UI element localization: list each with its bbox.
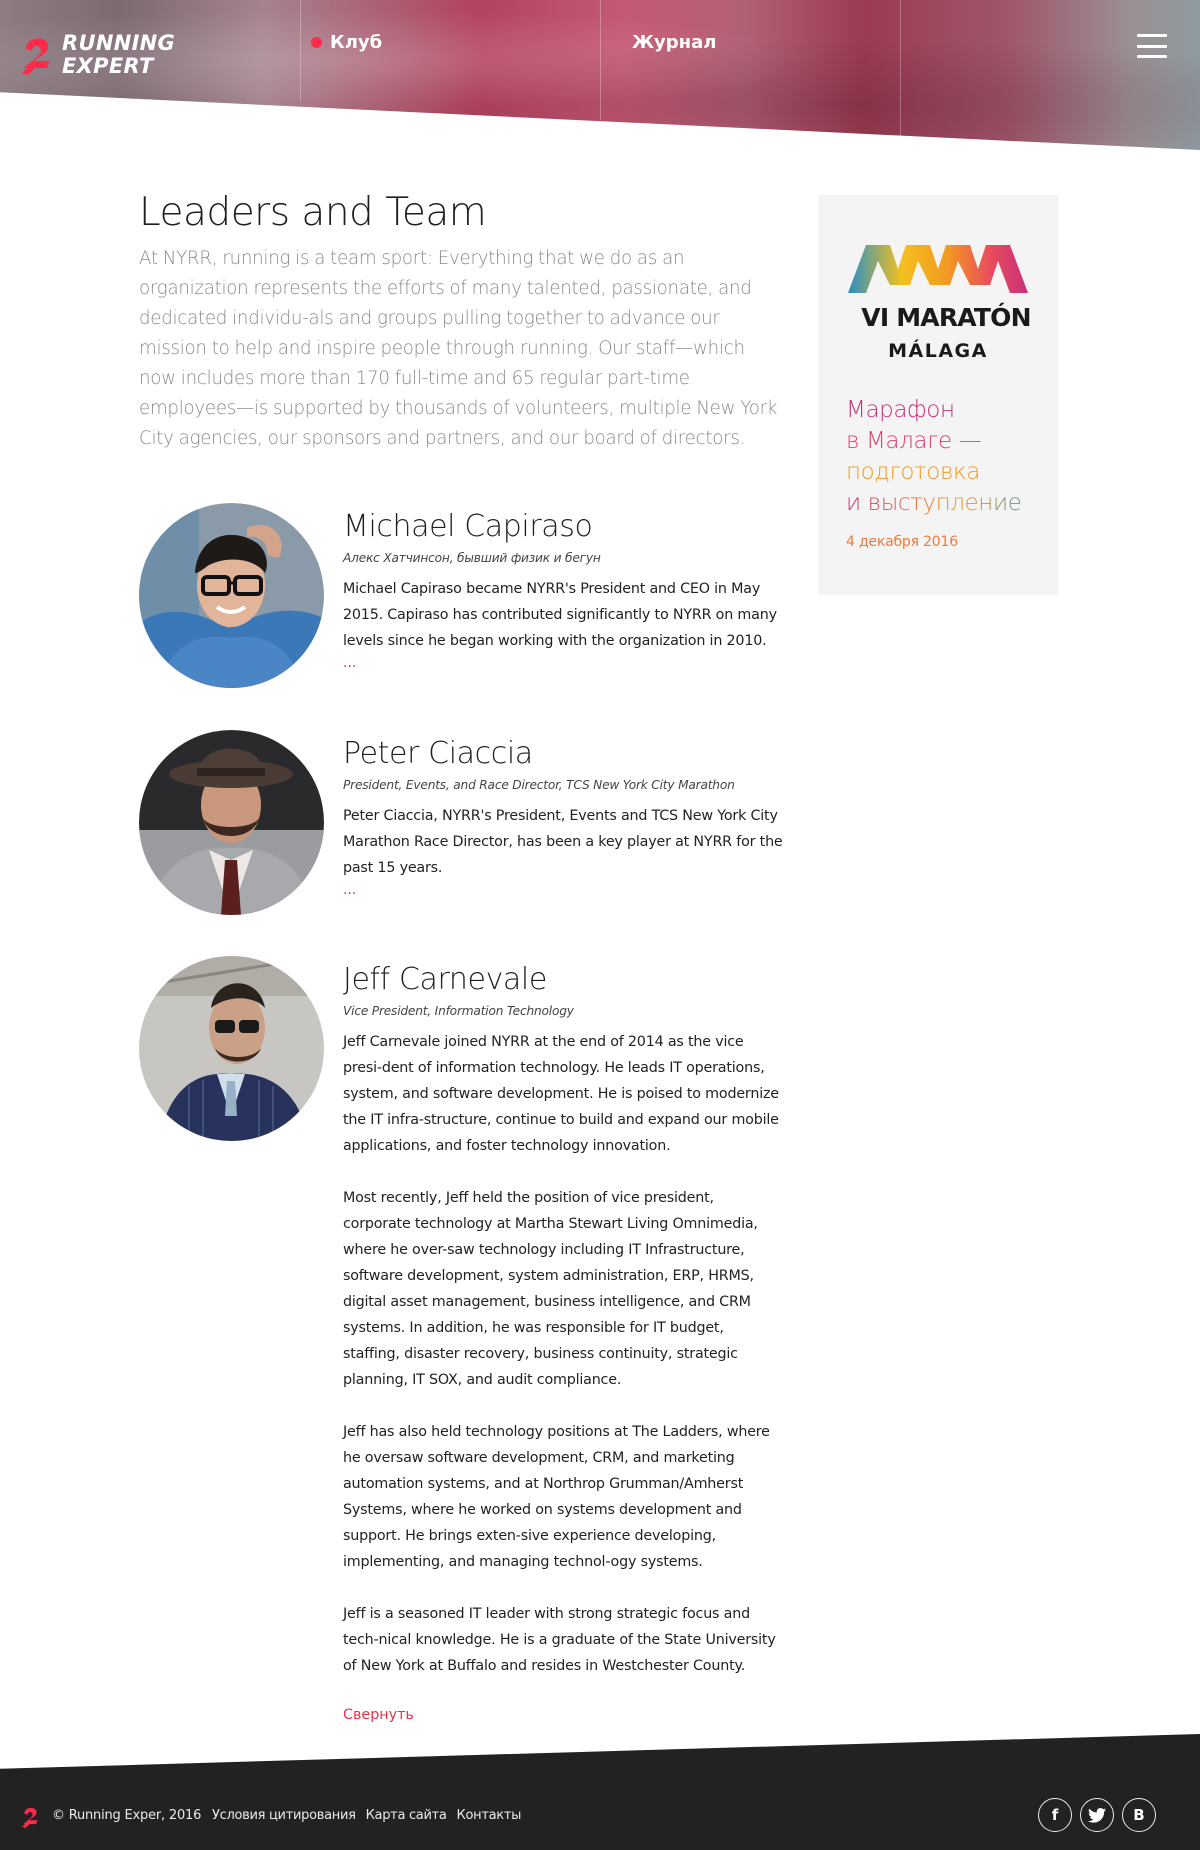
vk-icon[interactable]: В — [1122, 1798, 1156, 1832]
page-title: Leaders and Team — [139, 190, 487, 235]
burger-line — [1137, 44, 1167, 48]
avatar — [139, 730, 324, 915]
portrait-photo — [139, 956, 324, 1141]
ad-event-title: VI MARATÓN — [861, 303, 1031, 332]
marathon-logo-icon — [848, 245, 1028, 293]
header-divider — [600, 0, 601, 120]
team-member-body: Jeff Carnevale Vice President, Informati… — [343, 960, 783, 1725]
nav-club-label: Клуб — [330, 32, 383, 53]
burger-line — [1137, 34, 1167, 37]
logo-line-2: EXPERT — [62, 54, 154, 78]
main-content: Leaders and Team At NYRR, running is a t… — [139, 188, 779, 454]
bio-paragraph: Jeff has also held technology positions … — [343, 1424, 770, 1570]
ad-headline-line: в Малаге — — [846, 428, 982, 454]
nav-journal-label: Журнал — [632, 32, 717, 53]
header-divider — [300, 0, 301, 102]
site-footer — [0, 1734, 1200, 1850]
nav-club[interactable]: Клуб — [311, 32, 382, 53]
bio-paragraph: Peter Ciaccia, NYRR's President, Events … — [343, 808, 783, 876]
twitter-icon[interactable] — [1080, 1798, 1114, 1832]
bio-paragraph: Michael Capiraso became NYRR's President… — [343, 581, 777, 649]
member-name: Jeff Carnevale — [343, 962, 547, 997]
site-header: RUNNING EXPERT Клуб Журнал — [0, 0, 1200, 150]
team-member-body: Michael Capiraso Алекс Хатчинсон, бывший… — [343, 507, 783, 672]
facebook-icon[interactable]: f — [1038, 1798, 1072, 1832]
read-more-link[interactable]: ... — [343, 654, 783, 672]
marathon-ad-banner[interactable]: VI MARATÓN MÁLAGA Марафон в Малаге — под… — [818, 195, 1058, 595]
burger-line — [1137, 55, 1167, 58]
intro-paragraph: At NYRR, running is a team sport: Everyt… — [139, 248, 778, 449]
footer-link-citation-terms[interactable]: Условия цитирования — [212, 1808, 356, 1823]
member-bio: Michael Capiraso became NYRR's President… — [343, 576, 783, 654]
portrait-photo — [139, 730, 324, 915]
footer-link-contacts[interactable]: Контакты — [457, 1808, 522, 1823]
team-member-body: Peter Ciaccia President, Events, and Rac… — [343, 734, 783, 899]
bio-paragraph: Jeff Carnevale joined NYRR at the end of… — [343, 1034, 779, 1154]
ad-headline-line: подготовка — [846, 459, 980, 485]
hamburger-menu-icon[interactable] — [1137, 34, 1167, 58]
member-role: Алекс Хатчинсон, бывший физик и бегун — [343, 551, 601, 565]
footer-links: Условия цитирования Карта сайта Контакты — [212, 1808, 521, 1823]
bio-paragraph: Most recently, Jeff held the position of… — [343, 1190, 758, 1388]
portrait-photo — [139, 503, 324, 688]
logo-line-1: RUNNING — [62, 31, 176, 55]
footer-logo-icon[interactable] — [20, 1806, 42, 1828]
avatar — [139, 956, 324, 1141]
member-name: Peter Ciaccia — [343, 736, 533, 771]
ad-event-city: MÁLAGA — [888, 340, 988, 362]
active-dot-icon — [311, 37, 322, 48]
vk-glyph: В — [1133, 1806, 1145, 1824]
read-more-link[interactable]: ... — [343, 881, 783, 899]
member-role: Vice President, Information Technology — [343, 1004, 574, 1018]
ad-headline-line: Марафон — [846, 397, 955, 423]
collapse-link[interactable]: Свернуть — [343, 1705, 783, 1725]
footer-copyright: © Running Exper, 2016 — [52, 1808, 202, 1823]
avatar — [139, 503, 324, 688]
member-bio: Peter Ciaccia, NYRR's President, Events … — [343, 803, 783, 881]
twitter-bird-icon — [1088, 1807, 1106, 1823]
site-logo[interactable]: RUNNING EXPERT — [20, 32, 175, 78]
ad-headline: Марафон в Малаге — подготовка и выступле… — [846, 395, 1046, 519]
footer-link-sitemap[interactable]: Карта сайта — [366, 1808, 447, 1823]
member-name: Michael Capiraso — [343, 509, 593, 544]
bio-paragraph: Jeff is a seasoned IT leader with strong… — [343, 1606, 776, 1674]
facebook-glyph: f — [1051, 1806, 1059, 1824]
logo-text: RUNNING EXPERT — [62, 32, 175, 78]
nav-journal[interactable]: Журнал — [632, 32, 716, 53]
running-expert-logo-icon — [22, 38, 50, 75]
member-role: President, Events, and Race Director, TC… — [343, 778, 735, 792]
ad-headline-line: и выступление — [846, 488, 1046, 519]
member-bio: Jeff Carnevale joined NYRR at the end of… — [343, 1029, 783, 1679]
ad-date: 4 декабря 2016 — [846, 534, 958, 550]
header-divider — [900, 0, 901, 138]
